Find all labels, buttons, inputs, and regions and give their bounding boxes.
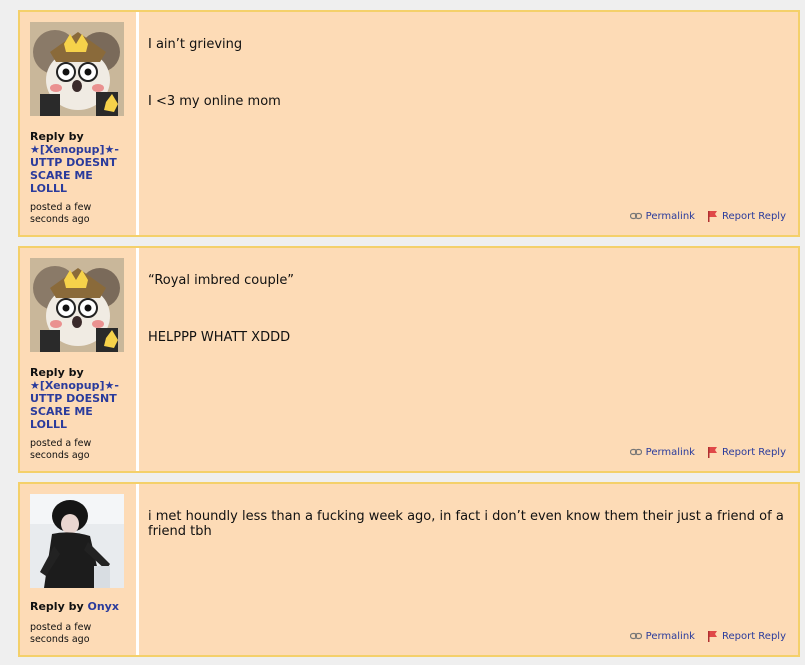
comment-sidebar: Reply by Onyx posted a few seconds ago	[20, 484, 136, 655]
flag-icon	[707, 631, 717, 642]
comment-body: i met houndly less than a fucking week a…	[148, 509, 786, 539]
comment-line: “Royal imbred couple”	[148, 273, 295, 288]
reply-by-label: Reply by	[30, 366, 84, 379]
reply-by-label: Reply by	[30, 600, 84, 613]
comment-post: Reply by ★[Xenopup]★- UTTP DOESNT SCARE …	[18, 10, 800, 237]
comment-body: I ain’t grieving I <3 my online mom	[148, 37, 786, 109]
report-reply-button[interactable]: Report Reply	[707, 446, 786, 458]
report-label: Report Reply	[721, 210, 786, 222]
report-reply-button[interactable]: Report Reply	[707, 210, 786, 222]
author-link[interactable]: ★[Xenopup]★- UTTP DOESNT SCARE ME LOLLL	[30, 143, 119, 195]
comment-sidebar: Reply by ★[Xenopup]★- UTTP DOESNT SCARE …	[20, 248, 136, 471]
permalink-label: Permalink	[645, 446, 695, 458]
timestamp: posted a few seconds ago	[30, 438, 92, 461]
comment-line: i met houndly less than a fucking week a…	[148, 509, 784, 539]
reply-by: Reply by Onyx	[30, 600, 126, 613]
link-icon	[629, 632, 642, 640]
permalink-label: Permalink	[645, 210, 695, 222]
flag-icon	[707, 447, 717, 458]
avatar[interactable]	[30, 258, 124, 352]
link-icon	[629, 212, 642, 220]
comment-body: “Royal imbred couple” HELPPP WHATT XDDD	[148, 273, 786, 345]
report-label: Report Reply	[721, 446, 786, 458]
flag-icon	[707, 211, 717, 222]
reply-by: Reply by ★[Xenopup]★- UTTP DOESNT SCARE …	[30, 366, 126, 431]
author-link[interactable]: ★[Xenopup]★- UTTP DOESNT SCARE ME LOLLL	[30, 379, 119, 431]
comment-sidebar: Reply by ★[Xenopup]★- UTTP DOESNT SCARE …	[20, 12, 136, 235]
reply-by: Reply by ★[Xenopup]★- UTTP DOESNT SCARE …	[30, 130, 126, 195]
avatar[interactable]	[30, 22, 124, 116]
sidebar-divider	[136, 484, 139, 655]
sidebar-divider	[136, 248, 139, 471]
comment-line: HELPPP WHATT XDDD	[148, 330, 291, 345]
permalink-button[interactable]: Permalink	[629, 630, 695, 642]
comment-actions: Permalink Report Reply	[629, 446, 786, 458]
report-reply-button[interactable]: Report Reply	[707, 630, 786, 642]
link-icon	[629, 448, 642, 456]
permalink-button[interactable]: Permalink	[629, 446, 695, 458]
permalink-label: Permalink	[645, 630, 695, 642]
comment-actions: Permalink Report Reply	[629, 210, 786, 222]
comment-post: Reply by ★[Xenopup]★- UTTP DOESNT SCARE …	[18, 246, 800, 473]
timestamp: posted a few seconds ago	[30, 202, 92, 225]
avatar[interactable]	[30, 494, 124, 588]
timestamp: posted a few seconds ago	[30, 622, 92, 645]
report-label: Report Reply	[721, 630, 786, 642]
author-link[interactable]: Onyx	[87, 600, 118, 613]
permalink-button[interactable]: Permalink	[629, 210, 695, 222]
comment-post: Reply by Onyx posted a few seconds ago i…	[18, 482, 800, 657]
comment-line: I <3 my online mom	[148, 94, 281, 109]
reply-by-label: Reply by	[30, 130, 84, 143]
sidebar-divider	[136, 12, 139, 235]
comment-actions: Permalink Report Reply	[629, 630, 786, 642]
comment-line: I ain’t grieving	[148, 37, 243, 52]
